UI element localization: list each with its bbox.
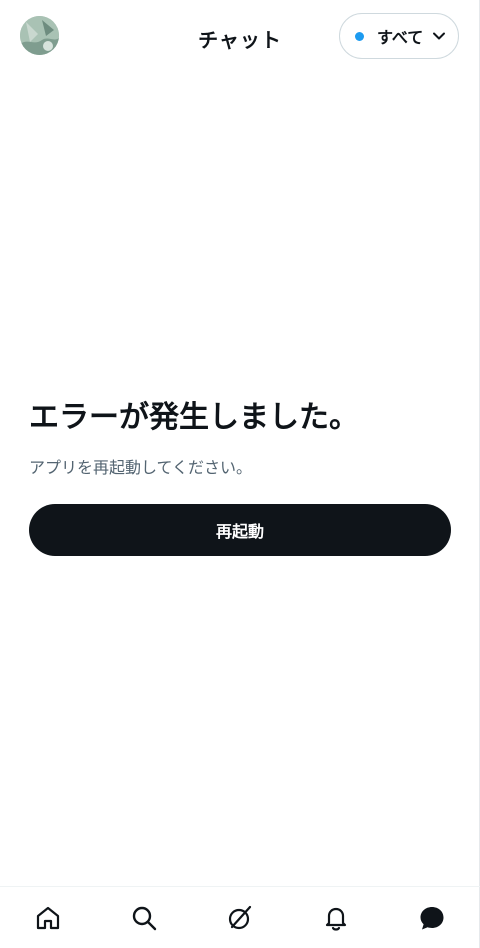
chevron-down-icon <box>432 29 446 43</box>
nav-notifications[interactable] <box>312 894 360 942</box>
top-bar: チャット すべて <box>0 0 480 72</box>
bell-icon <box>322 904 350 932</box>
chat-icon <box>418 904 446 932</box>
nav-search[interactable] <box>120 894 168 942</box>
nav-grok[interactable] <box>216 894 264 942</box>
filter-label: すべて <box>377 28 424 47</box>
home-icon <box>34 904 62 932</box>
error-description: アプリを再起動してください。 <box>29 458 253 477</box>
error-title: エラーが発生しました。 <box>29 400 359 435</box>
grok-icon <box>226 904 254 932</box>
restart-button[interactable]: 再起動 <box>29 504 451 556</box>
nav-home[interactable] <box>24 894 72 942</box>
bottom-navigation <box>0 886 480 948</box>
filter-dropdown[interactable]: すべて <box>339 13 459 59</box>
search-icon <box>130 904 158 932</box>
status-dot-icon <box>355 31 364 41</box>
nav-chat[interactable] <box>408 894 456 942</box>
chat-screen: チャット すべて エラーが発生しました。 アプリを再起動してください。 再起動 <box>0 0 480 948</box>
